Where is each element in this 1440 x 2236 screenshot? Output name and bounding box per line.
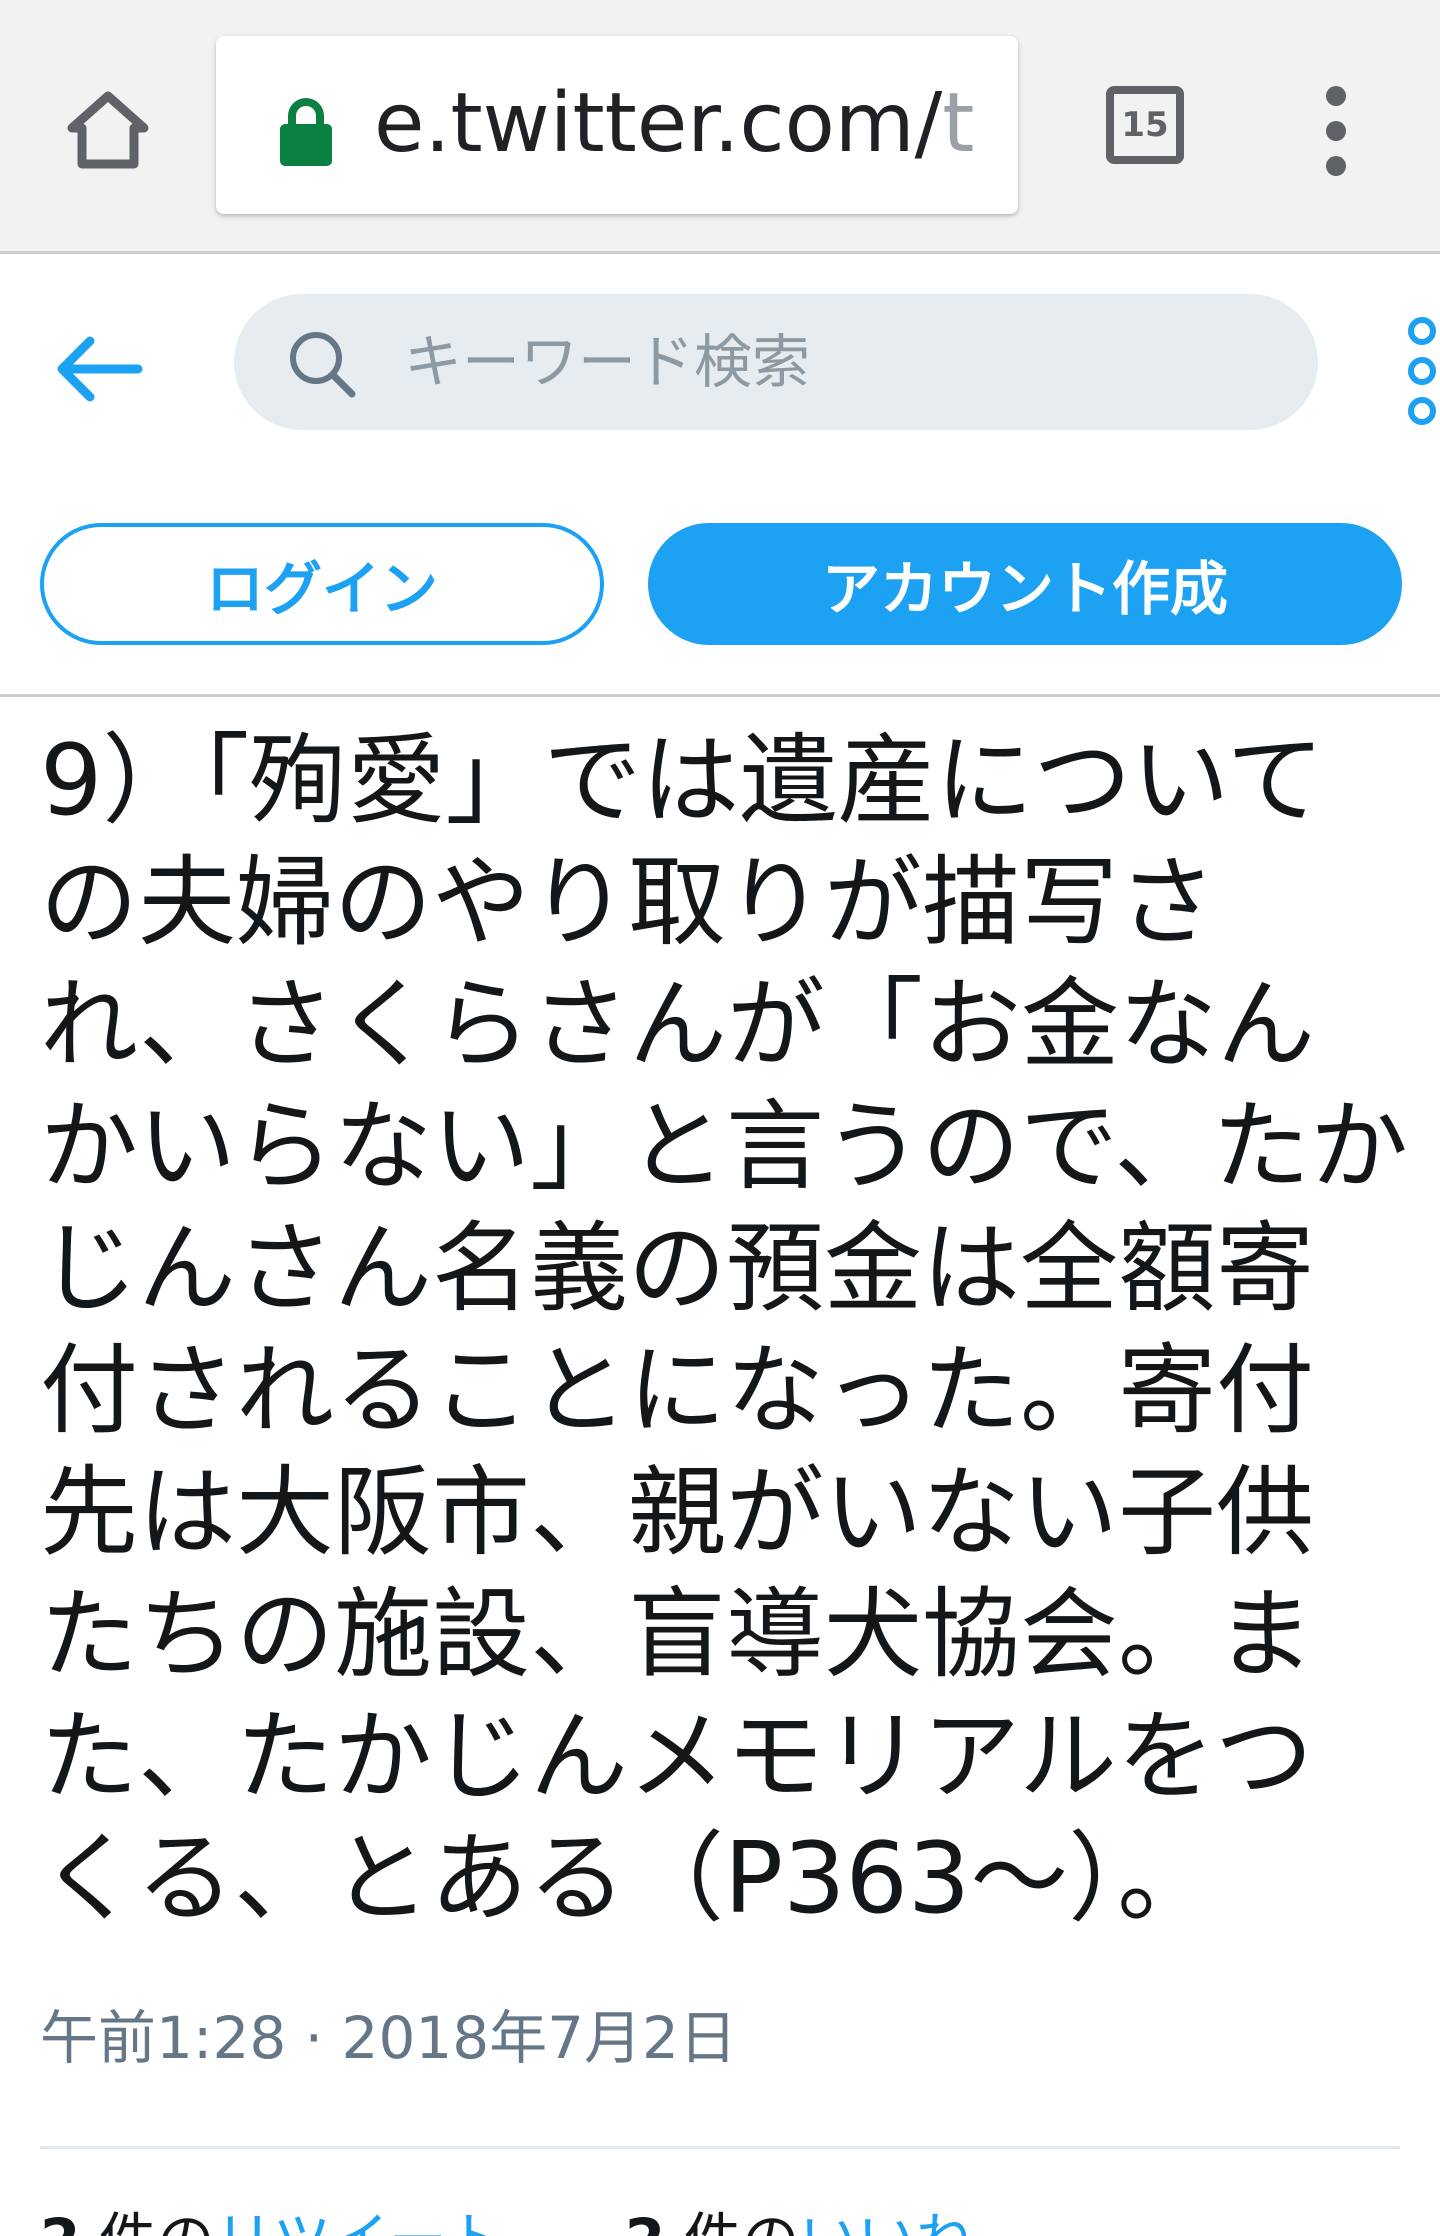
retweet-stat[interactable]: 2 件のリツイート (40, 2206, 505, 2236)
header-divider (0, 694, 1440, 697)
like-prefix: 件の (684, 2206, 800, 2236)
like-label: いいね (800, 2206, 974, 2236)
home-button[interactable] (58, 82, 158, 178)
address-bar[interactable]: e.twitter.com/t (216, 36, 1018, 214)
arrow-left-icon (57, 336, 143, 402)
search-bar[interactable]: キーワード検索 (234, 294, 1318, 430)
tweet-text: 9）「殉愛」では遺産についての夫婦のやり取りが描写され、さくらさんが「お金なんか… (40, 724, 1409, 1936)
retweet-label: リツイート (215, 2206, 505, 2236)
retweet-count: 2 (40, 2206, 80, 2236)
browser-menu-button[interactable] (1310, 86, 1362, 176)
tweet-stats: 2 件のリツイート2 件のいいね (40, 2200, 974, 2236)
back-button[interactable] (50, 319, 150, 419)
more-options-button[interactable] (1400, 313, 1440, 431)
retweet-prefix: 件の (99, 2206, 215, 2236)
more-vertical-icon (1326, 86, 1346, 106)
tab-count: 15 (1106, 86, 1184, 164)
url-host: e.twitter.com/ (374, 76, 943, 171)
like-stat[interactable]: 2 件のいいね (625, 2206, 974, 2236)
tweet-timestamp[interactable]: 午前1:28 · 2018年7月2日 (40, 1998, 737, 2078)
lock-icon (280, 98, 332, 166)
tab-switcher-button[interactable]: 15 (1100, 80, 1190, 170)
like-count: 2 (625, 2206, 665, 2236)
more-vertical-icon (1408, 317, 1436, 345)
search-placeholder: キーワード検索 (404, 328, 811, 396)
twitter-header: キーワード検索 ログイン アカウント作成 (0, 257, 1440, 697)
login-button[interactable]: ログイン (40, 523, 604, 645)
home-icon (67, 91, 149, 169)
search-icon (290, 332, 356, 398)
tweet-divider (40, 2146, 1400, 2149)
url-text[interactable]: e.twitter.com/t (374, 74, 974, 174)
url-path: t (942, 76, 975, 171)
signup-button[interactable]: アカウント作成 (648, 523, 1402, 645)
browser-toolbar: e.twitter.com/t 15 (0, 0, 1440, 254)
